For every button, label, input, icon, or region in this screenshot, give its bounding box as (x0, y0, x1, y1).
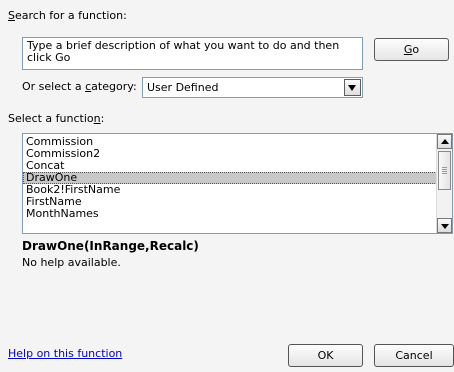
search-input[interactable]: Type a brief description of what you wan… (22, 37, 363, 70)
function-list[interactable]: Commission Commission2 Concat DrawOne Book2!… (22, 133, 453, 234)
scroll-thumb[interactable] (438, 151, 451, 190)
grip-line-icon (442, 173, 447, 174)
ok-button[interactable]: OK (288, 344, 363, 367)
chevron-down-icon (348, 85, 356, 91)
function-signature: DrawOne(InRange,Recalc) (22, 239, 199, 253)
dropdown-arrow-button[interactable] (344, 79, 361, 96)
category-label: Or select a category: (22, 80, 137, 93)
function-help-text: No help available. (22, 256, 121, 269)
help-on-function-link[interactable]: Help on this function (8, 347, 122, 360)
function-list-item[interactable]: Book2!FirstName (23, 184, 437, 196)
list-scrollbar[interactable] (436, 134, 452, 233)
function-list-item[interactable]: Concat (23, 160, 437, 172)
chevron-up-icon (441, 139, 449, 144)
function-list-item[interactable]: Commission2 (23, 148, 437, 160)
select-function-label: Select a function: (8, 112, 105, 125)
grip-line-icon (442, 167, 447, 168)
grip-line-icon (442, 169, 447, 170)
function-list-item[interactable]: MonthNames (23, 208, 437, 220)
category-value: User Defined (147, 81, 219, 94)
chevron-down-icon (441, 224, 449, 229)
function-list-items: Commission Commission2 Concat DrawOne Book2!… (23, 136, 437, 220)
grip-line-icon (442, 171, 447, 172)
scroll-down-button[interactable] (437, 218, 452, 233)
scroll-up-button[interactable] (437, 134, 452, 149)
go-button[interactable]: Go (374, 38, 449, 61)
category-select[interactable]: User Defined (142, 77, 363, 98)
search-label: Search for a function: (8, 9, 127, 22)
cancel-button[interactable]: Cancel (374, 344, 454, 367)
